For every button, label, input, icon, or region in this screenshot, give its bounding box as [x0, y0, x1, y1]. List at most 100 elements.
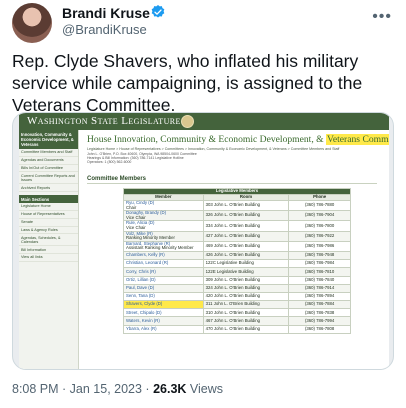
member-cell: Volz, Mike (R) Ranking Minority Member — [123, 230, 204, 242]
members-table: Legislative Members Member Room Phone Ry… — [123, 188, 351, 334]
sidebar-item[interactable]: Legislature Home — [19, 203, 78, 211]
phone-cell: (360) 786-7986 — [288, 240, 351, 252]
sidebar-item[interactable]: Agendas, Schedules, & Calendars — [19, 234, 78, 247]
member-cell: Ortiz, Lillian (D) — [123, 275, 204, 285]
member-name-link[interactable]: Ortiz, Lillian (D) — [126, 277, 156, 282]
room-cell: 469 John L. O'Brien Building — [202, 240, 290, 252]
member-name-link[interactable]: Chambers, Kelly (R) — [126, 252, 165, 257]
sidebar-item[interactable]: Laws & Agency Rules — [19, 227, 78, 235]
tweet-header: Brandi Kruse @BrandiKruse ••• — [0, 0, 406, 48]
sidebar-item[interactable]: Bills In/Out of Committee — [19, 165, 78, 173]
table-row: Ybarra, Alex (R) 470 John L. O'Brien Buil… — [123, 324, 351, 334]
phone-cell: (360) 786-7948 — [288, 250, 351, 261]
table-row: Senn, Tana (D) 420 John L. O'Brien Buildi… — [123, 291, 351, 302]
avatar[interactable] — [12, 3, 52, 43]
sidebar-item[interactable]: Agendas and Documents — [19, 157, 78, 165]
phone-cell: (360) 786-7884 — [288, 300, 351, 310]
room-cell: 334 John L. O'Brien Building — [202, 220, 290, 232]
table-row: Christian, Leonard (R) 122C Legislative B… — [123, 259, 351, 269]
tweet-media-image[interactable]: Washington State Legislature Innovation,… — [12, 112, 394, 370]
member-cell: Barnard, Stephanie (R) Assistant Ranking … — [123, 240, 204, 252]
sidebar-item[interactable]: Senate — [19, 219, 78, 227]
room-cell: 122C Legislative Building — [202, 259, 290, 269]
table-row: Paul, Dave (D) 324 John L. O'Brien Buildi… — [123, 283, 351, 293]
table-row: Chambers, Kelly (R) 426 John L. O'Brien B… — [123, 250, 351, 261]
room-cell: 427 John L. O'Brien Building — [202, 230, 290, 242]
room-cell: 122E Legislative Building — [202, 267, 290, 277]
member-cell: Street, Chipalo (D) — [123, 308, 204, 318]
room-cell: 326 John L. O'Brien Building — [202, 210, 290, 222]
member-name-link[interactable]: Senn, Tana (D) — [126, 293, 155, 298]
views-label: Views — [186, 382, 224, 396]
member-role: Assistant Ranking Minority Member — [126, 245, 194, 251]
member-cell: Ybarra, Alex (R) — [123, 324, 204, 334]
author-name[interactable]: Brandi Kruse — [62, 5, 150, 21]
member-cell: Christian, Leonard (R) — [123, 259, 204, 269]
phone-cell: (360) 786-7840 — [288, 275, 351, 285]
sidebar-item[interactable]: House of Representatives — [19, 211, 78, 219]
members-table-body: Ryu, Cindy (D) Chair 303 John L. O'Brien B… — [123, 199, 351, 334]
sidebar-item[interactable]: View all links — [19, 254, 78, 262]
phone-cell: (360) 786-7914 — [288, 283, 351, 293]
member-cell: Ryu, Cindy (D) Chair — [123, 199, 204, 212]
tweet-timestamp[interactable]: 8:08 PM · Jan 15, 2023 · — [12, 382, 153, 396]
table-row: Volz, Mike (R) Ranking Minority Member 427… — [123, 230, 351, 242]
phone-cell: (360) 786-7810 — [288, 267, 351, 277]
room-cell: 426 John L. O'Brien Building — [202, 250, 290, 261]
screenshot-webpage: Washington State Legislature Innovation,… — [19, 113, 389, 369]
sidebar-header: Innovation, Community & Economic Develop… — [19, 130, 78, 149]
member-name-link[interactable]: Corry, Chris (R) — [126, 269, 156, 274]
room-cell: 310 John L. O'Brien Building — [202, 308, 290, 318]
sidebar-item[interactable]: Archived Reports — [19, 184, 78, 193]
room-cell: 470 John L. O'Brien Building — [202, 324, 290, 334]
member-cell: Senn, Tana (D) — [123, 291, 204, 302]
member-name-link[interactable]: Street, Chipalo (D) — [126, 310, 162, 315]
author-handle[interactable]: @BrandiKruse — [62, 22, 147, 37]
more-options-icon[interactable]: ••• — [372, 8, 392, 26]
sidebar-section-header: Main Sections — [19, 195, 78, 204]
member-cell: Rule, Alicia (D) Vice Chair — [123, 220, 204, 232]
legislature-banner: Washington State Legislature — [19, 113, 389, 130]
table-row: Waters, Kevin (R) 467 John L. O'Brien Bui… — [123, 316, 351, 326]
member-name-link[interactable]: Ybarra, Alex (R) — [126, 326, 157, 331]
table-row: Shavers, Clyde (D) 311 John L. O'Brien Bu… — [123, 300, 351, 310]
member-name-link[interactable]: Shavers, Clyde (D) — [126, 301, 162, 307]
room-cell: 467 John L. O'Brien Building — [202, 316, 290, 326]
divider — [87, 183, 377, 184]
table-row: Barnard, Stephanie (R) Assistant Ranking … — [123, 240, 351, 252]
tweet-text: Rep. Clyde Shavers, who inflated his mil… — [12, 51, 363, 115]
room-cell: 303 John L. O'Brien Building — [202, 199, 290, 212]
sidebar: Innovation, Community & Economic Develop… — [19, 130, 79, 369]
room-cell: 309 John L. O'Brien Building — [202, 275, 290, 285]
tweet-metadata: 8:08 PM · Jan 15, 2023 · 26.3K Views — [12, 382, 223, 396]
member-name-link[interactable]: Paul, Dave (D) — [126, 285, 154, 290]
phone-cell: (360) 786-7904 — [288, 210, 351, 222]
committee-title: House Innovation, Community & Economic D… — [87, 134, 389, 145]
phone-cell: (360) 786-7838 — [288, 308, 351, 318]
members-heading: Committee Members — [87, 176, 147, 182]
committee-title-highlight: Veterans Committee — [326, 134, 389, 145]
state-seal-icon — [181, 115, 194, 128]
phone-cell: (360) 786-7880 — [288, 199, 351, 212]
breadcrumb[interactable]: Legislature Home > House of Representati… — [87, 147, 339, 151]
room-cell: 324 John L. O'Brien Building — [202, 283, 290, 293]
member-name-link[interactable]: Christian, Leonard (R) — [126, 260, 168, 266]
phone-cell: (360) 786-7994 — [288, 316, 351, 326]
member-cell: Waters, Kevin (R) — [123, 316, 204, 326]
phone-cell: (360) 786-7894 — [288, 291, 351, 302]
table-row: Corry, Chris (R) 122E Legislative Buildin… — [123, 267, 351, 277]
sidebar-item[interactable]: Committee Members and Staff — [19, 149, 78, 157]
phone-cell: (360) 786-7808 — [288, 324, 351, 334]
views-count: 26.3K — [153, 382, 187, 396]
member-name-link[interactable]: Waters, Kevin (R) — [126, 318, 160, 323]
sidebar-item[interactable]: Current Committee Reports and Issues — [19, 172, 78, 185]
member-cell: Shavers, Clyde (D) — [123, 300, 204, 310]
table-row: Rule, Alicia (D) Vice Chair 334 John L. O'… — [123, 220, 351, 232]
phone-cell: (360) 786-7984 — [288, 259, 351, 269]
sidebar-item[interactable]: Bill Information — [19, 246, 78, 255]
room-cell: 420 John L. O'Brien Building — [202, 291, 290, 302]
main-content: House Innovation, Community & Economic D… — [83, 130, 389, 369]
table-row: Ryu, Cindy (D) Chair 303 John L. O'Brien B… — [123, 199, 351, 212]
room-cell: 311 John L. O'Brien Building — [202, 300, 290, 310]
verified-badge-icon — [151, 5, 165, 18]
